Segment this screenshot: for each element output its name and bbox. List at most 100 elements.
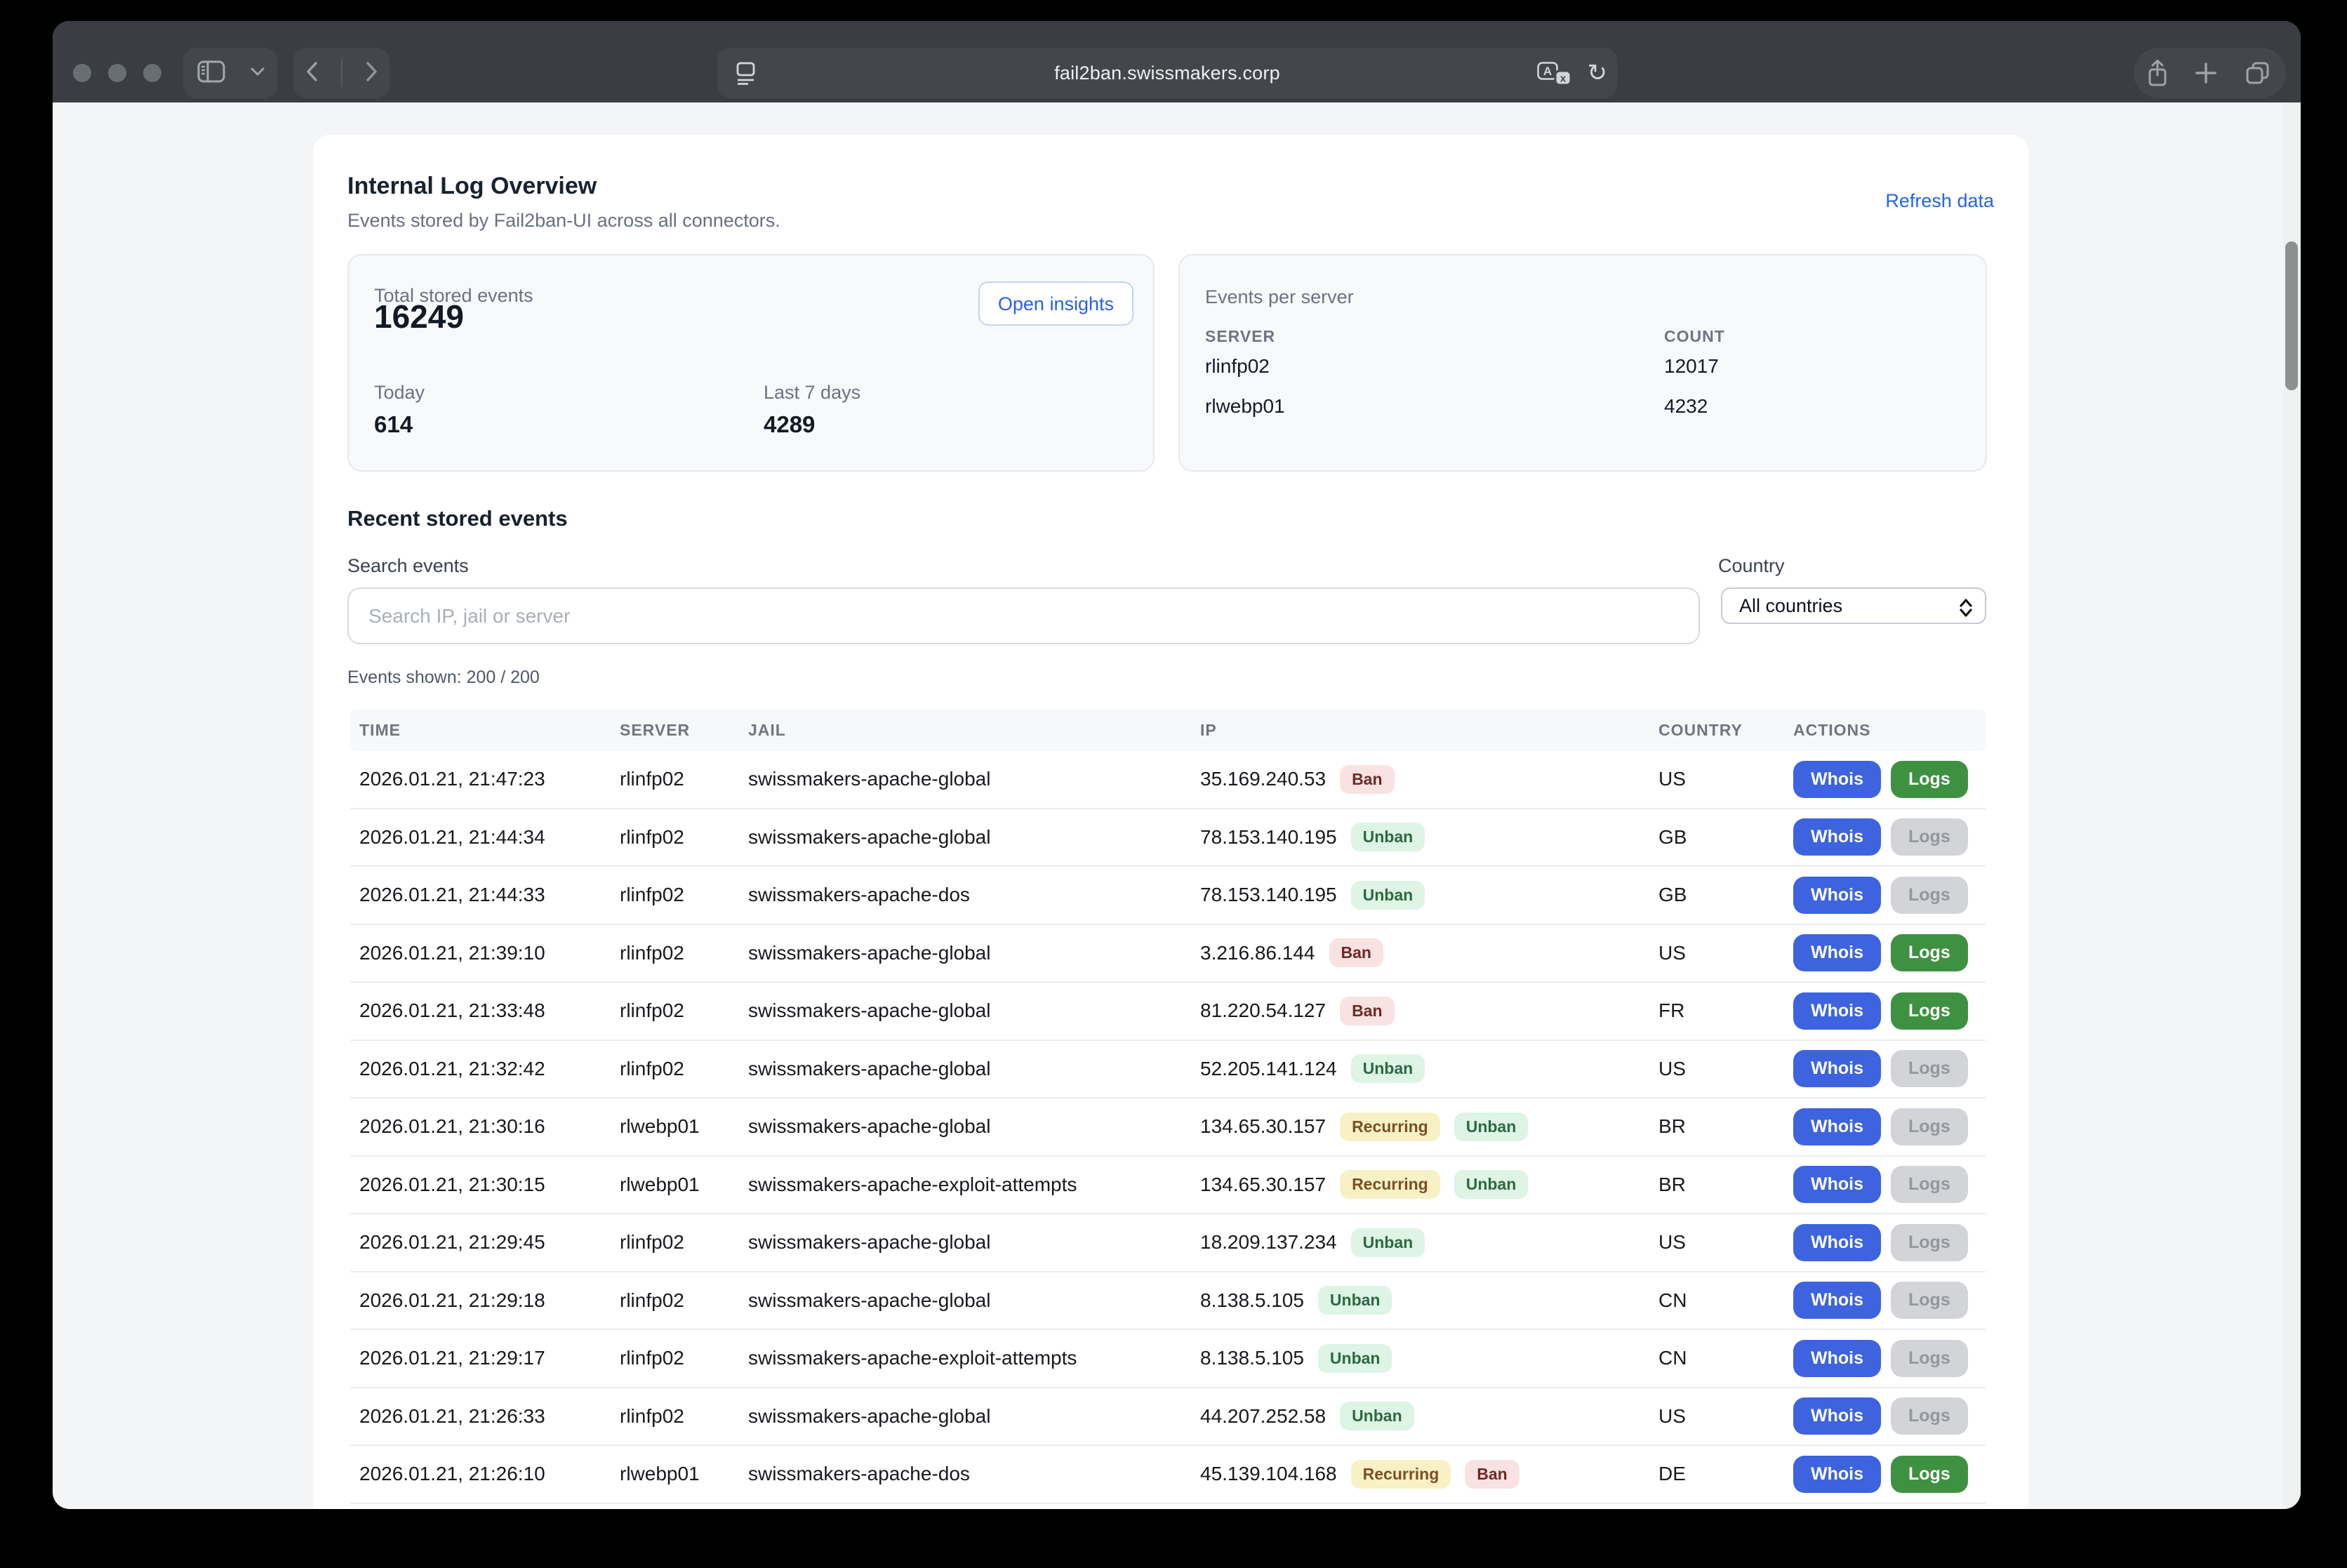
recent-events-heading: Recent stored events (347, 506, 568, 531)
unban-badge: Unban (1351, 1228, 1425, 1257)
event-ip: 78.153.140.195 (1200, 884, 1337, 906)
country-select[interactable]: All countries (1721, 587, 1986, 624)
recurring-badge: Recurring (1340, 1170, 1440, 1199)
event-jail: swissmakers-apache-global (748, 1405, 1200, 1428)
whois-button[interactable]: Whois (1793, 1224, 1881, 1261)
logs-button[interactable]: Logs (1891, 1397, 1968, 1435)
server-name: rlinfp02 (1205, 355, 1270, 377)
event-row: 2026.01.21, 21:44:33rlinfp02swissmakers-… (350, 867, 1986, 925)
close-window-button[interactable] (73, 64, 91, 82)
scrollbar-track[interactable] (2283, 102, 2301, 1509)
event-ip: 81.220.54.127 (1200, 999, 1326, 1022)
event-country: GB (1658, 826, 1793, 849)
event-actions: Whois Logs (1793, 818, 1986, 856)
logs-button[interactable]: Logs (1891, 1108, 1968, 1145)
event-actions: Whois Logs (1793, 1108, 1986, 1145)
col-jail: JAIL (748, 721, 1200, 740)
event-jail: swissmakers-apache-dos (748, 884, 1200, 906)
open-insights-button[interactable]: Open insights (978, 281, 1133, 326)
page-format-icon[interactable] (736, 62, 757, 89)
logs-button[interactable]: Logs (1891, 1050, 1968, 1087)
logs-button[interactable]: Logs (1891, 1224, 1968, 1261)
event-server: rlinfp02 (620, 884, 748, 906)
server-count-row: rlwebp014232 (1205, 395, 1960, 435)
event-actions: Whois Logs (1793, 1224, 1986, 1261)
event-jail: swissmakers-apache-global (748, 1058, 1200, 1080)
event-server: rlwebp01 (620, 1174, 748, 1196)
search-input[interactable] (347, 587, 1700, 644)
event-time: 2026.01.21, 21:30:16 (359, 1115, 620, 1138)
col-country: COUNTRY (1658, 721, 1793, 740)
whois-button[interactable]: Whois (1793, 818, 1881, 856)
share-icon[interactable] (2138, 48, 2177, 98)
unban-badge: Unban (1318, 1344, 1392, 1373)
logs-button[interactable]: Logs (1891, 1166, 1968, 1203)
event-row: 2026.01.21, 21:30:16rlwebp01swissmakers-… (350, 1098, 1986, 1157)
event-jail: swissmakers-apache-global (748, 1115, 1200, 1138)
new-tab-plus-icon[interactable] (2186, 48, 2226, 98)
logs-button[interactable]: Logs (1891, 1340, 1968, 1377)
whois-button[interactable]: Whois (1793, 934, 1881, 971)
tab-overview-icon[interactable] (2238, 48, 2278, 98)
event-ip-cell: 81.220.54.127Ban (1200, 997, 1658, 1025)
back-button[interactable] (305, 61, 318, 86)
event-actions: Whois Logs (1793, 761, 1986, 798)
per-server-rows: rlinfp0212017rlwebp014232 (1205, 355, 1960, 435)
logs-button[interactable]: Logs (1891, 934, 1968, 971)
minimize-window-button[interactable] (108, 64, 126, 82)
event-time: 2026.01.21, 21:47:23 (359, 768, 620, 790)
event-jail: swissmakers-apache-global (748, 826, 1200, 849)
whois-button[interactable]: Whois (1793, 1340, 1881, 1377)
country-label: Country (1718, 555, 1785, 577)
event-ip-cell: 52.205.141.124Unban (1200, 1054, 1658, 1083)
logs-button[interactable]: Logs (1891, 818, 1968, 856)
event-time: 2026.01.21, 21:26:10 (359, 1463, 620, 1485)
zoom-window-button[interactable] (143, 64, 161, 82)
whois-button[interactable]: Whois (1793, 1108, 1881, 1145)
reload-icon[interactable]: ↻ (1588, 54, 1608, 92)
address-bar[interactable]: fail2ban.swissmakers.corp A x ↻ (717, 48, 1617, 98)
event-country: CN (1658, 1347, 1793, 1369)
whois-button[interactable]: Whois (1793, 877, 1881, 914)
scrollbar-thumb[interactable] (2285, 241, 2298, 390)
col-ip: IP (1200, 721, 1658, 740)
event-jail: swissmakers-apache-global (748, 768, 1200, 790)
event-ip-cell: 35.169.240.53Ban (1200, 765, 1658, 794)
logs-button[interactable]: Logs (1891, 1456, 1968, 1493)
event-country: US (1658, 1405, 1793, 1428)
event-ip: 52.205.141.124 (1200, 1058, 1337, 1080)
event-jail: swissmakers-apache-dos (748, 1463, 1200, 1485)
server-column-header: SERVER (1205, 327, 1275, 346)
event-server: rlwebp01 (620, 1463, 748, 1485)
translate-icon[interactable]: A x (1537, 62, 1572, 91)
unban-badge: Unban (1454, 1112, 1529, 1141)
event-country: BR (1658, 1174, 1793, 1196)
whois-button[interactable]: Whois (1793, 992, 1881, 1030)
event-jail: swissmakers-apache-exploit-attempts (748, 1347, 1200, 1369)
refresh-data-link[interactable]: Refresh data (1885, 190, 1994, 212)
whois-button[interactable]: Whois (1793, 1456, 1881, 1493)
whois-button[interactable]: Whois (1793, 761, 1881, 798)
whois-button[interactable]: Whois (1793, 1166, 1881, 1203)
event-country: US (1658, 1058, 1793, 1080)
url-text: fail2ban.swissmakers.corp (1054, 62, 1280, 84)
event-jail: swissmakers-apache-global (748, 942, 1200, 964)
event-ip: 134.65.30.157 (1200, 1174, 1326, 1196)
event-jail: swissmakers-apache-exploit-attempts (748, 1174, 1200, 1196)
logs-button[interactable]: Logs (1891, 992, 1968, 1030)
event-row: 2026.01.21, 21:47:23rlinfp02swissmakers-… (350, 751, 1986, 809)
logs-button[interactable]: Logs (1891, 761, 1968, 798)
event-country: FR (1658, 999, 1793, 1022)
event-row: 2026.01.21, 21:26:33rlinfp02swissmakers-… (350, 1388, 1986, 1447)
whois-button[interactable]: Whois (1793, 1397, 1881, 1435)
logs-button[interactable]: Logs (1891, 877, 1968, 914)
logs-button[interactable]: Logs (1891, 1282, 1968, 1319)
events-table-body: 2026.01.21, 21:47:23rlinfp02swissmakers-… (350, 751, 1986, 1504)
page-title: Internal Log Overview (347, 173, 597, 200)
sidebar-toggle-button[interactable] (183, 48, 277, 98)
event-time: 2026.01.21, 21:29:18 (359, 1289, 620, 1312)
event-time: 2026.01.21, 21:29:17 (359, 1347, 620, 1369)
forward-button[interactable] (366, 61, 378, 86)
whois-button[interactable]: Whois (1793, 1050, 1881, 1087)
whois-button[interactable]: Whois (1793, 1282, 1881, 1319)
